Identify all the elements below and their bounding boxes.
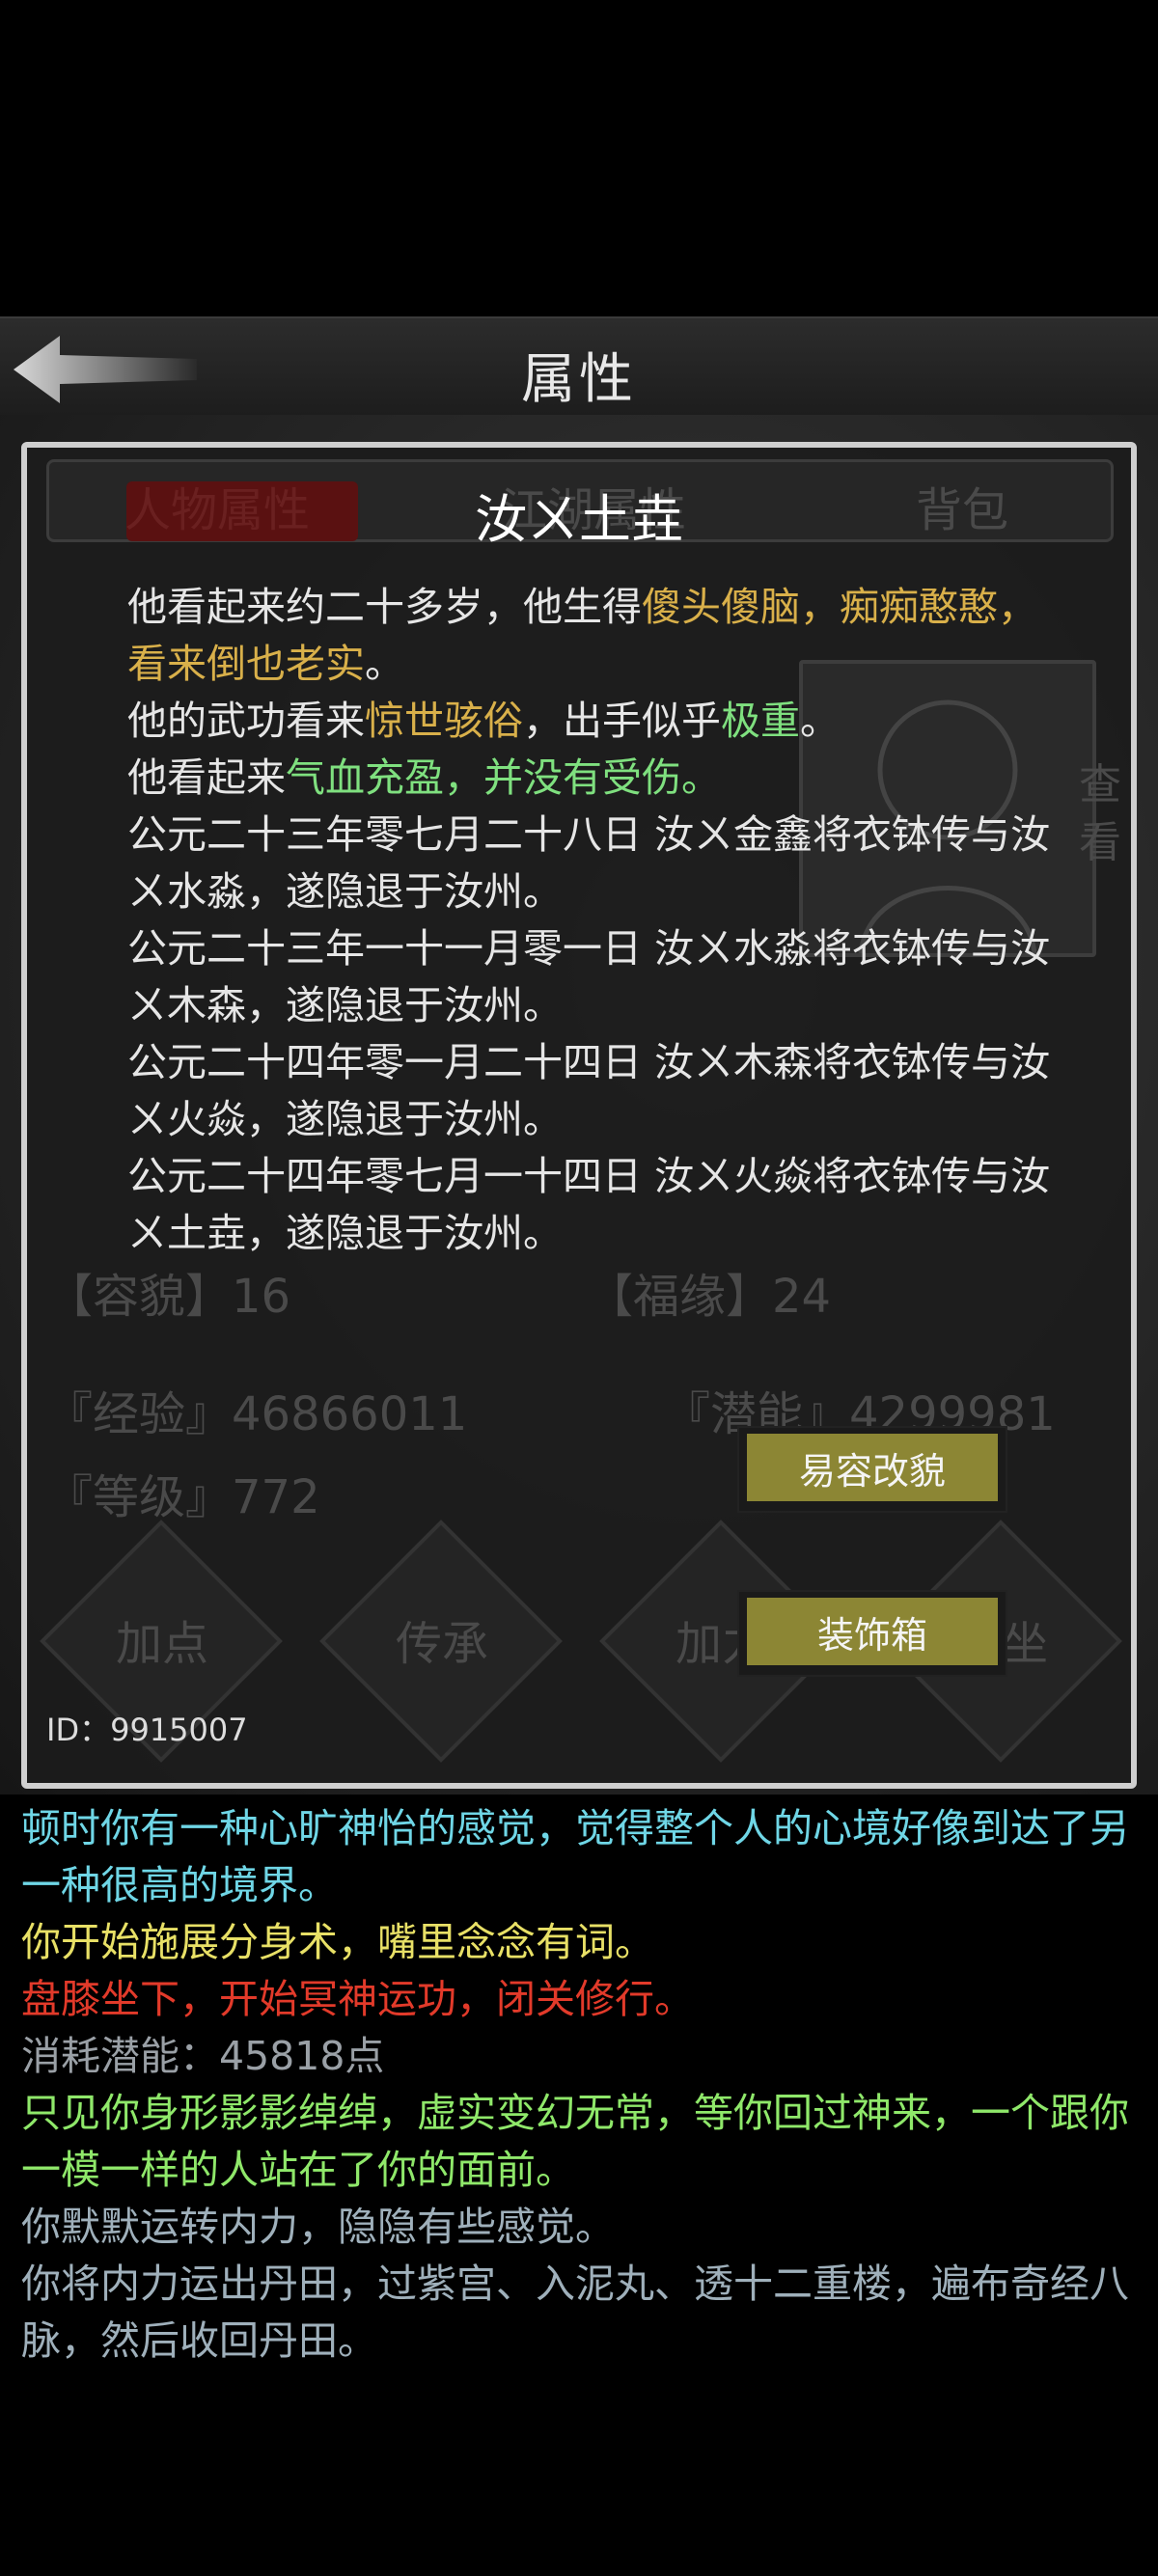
background-add-points: 加点	[116, 1617, 209, 1671]
background-stat-exp: 『经验』46866011	[46, 1387, 468, 1441]
description-segment: ，出手似乎	[523, 698, 721, 744]
log-message: 盘膝坐下，开始冥神运功，闭关修行。	[21, 1976, 694, 2022]
decoration-box-label: 装饰箱	[747, 1598, 998, 1665]
description-line: 公元二十四年零一月二十四日 汝ㄨ木森将衣钵传与汝ㄨ火焱，遂隐退于汝州。	[127, 1034, 1054, 1148]
log-message: 消耗潜能：45818点	[21, 2033, 385, 2079]
player-id: ID：9915007	[46, 1712, 248, 1748]
background-stat-level: 『等级』772	[46, 1470, 320, 1524]
log-message: 只见你身形影影绰绰，虚实变幻无常，等你回过神来，一个跟你一模一样的人站在了你的面…	[21, 2090, 1129, 2193]
description-segment: 他看起来约二十多岁，他生得	[127, 584, 642, 630]
background-inherit: 传承	[396, 1617, 489, 1671]
description-segment: 惊世骇俗	[365, 698, 523, 744]
description-segment: 。	[800, 698, 840, 744]
decoration-box-button[interactable]: 装饰箱	[737, 1590, 1007, 1677]
character-description: 他看起来约二十多岁，他生得傻头傻脑，痴痴憨憨，看来倒也老实。 他的武功看来惊世骇俗…	[127, 579, 1054, 1262]
description-line: 公元二十三年零七月二十八日 汝ㄨ金鑫将衣钵传与汝ㄨ水淼，遂隐退于汝州。	[127, 807, 1054, 920]
description-segment: 公元二十三年零七月二十八日 汝ㄨ金鑫将衣钵传与汝ㄨ水淼，遂隐退于汝州。	[127, 811, 1051, 915]
log-message: 顿时你有一种心旷神怡的感觉，觉得整个人的心境好像到达了另一种很高的境界。	[21, 1805, 1129, 1908]
character-info-dialog: 人物属性 江湖属性 背包 查看 【容貌】16 【福缘】24 『经验』468660…	[21, 442, 1137, 1789]
change-appearance-label: 易容改貌	[747, 1434, 998, 1501]
description-segment: 他看起来	[127, 754, 286, 801]
change-appearance-button[interactable]: 易容改貌	[737, 1426, 1007, 1513]
page-title: 属性	[521, 348, 637, 411]
description-line: 他看起来约二十多岁，他生得傻头傻脑，痴痴憨憨，看来倒也老实。	[127, 579, 1054, 693]
description-segment: 极重	[721, 698, 800, 744]
background-stat-fortune: 【福缘】24	[587, 1270, 832, 1324]
description-segment: 公元二十四年零七月一十四日 汝ㄨ火焱将衣钵传与汝ㄨ土垚，遂隐退于汝州。	[127, 1153, 1051, 1256]
message-log: 顿时你有一种心旷神怡的感觉，觉得整个人的心境好像到达了另一种很高的境界。你开始施…	[21, 1800, 1141, 2370]
log-message: 你将内力运出丹田，过紫宫、入泥丸、透十二重楼，遍布奇经八脉，然后收回丹田。	[21, 2261, 1129, 2364]
log-message: 你开始施展分身术，嘴里念念有词。	[21, 1919, 654, 1965]
background-stat-appearance: 【容貌】16	[46, 1270, 291, 1324]
background-view-button: 查看	[1079, 760, 1121, 867]
log-message: 你默默运转内力，隐隐有些感觉。	[21, 2204, 615, 2250]
description-line: 他看起来气血充盈，并没有受伤。	[127, 750, 1054, 807]
description-line: 他的武功看来惊世骇俗，出手似乎极重。	[127, 693, 1054, 750]
top-bar: 属性	[0, 316, 1158, 417]
character-name: 汝ㄨ土垚	[475, 489, 683, 550]
description-segment: 公元二十三年一十一月零一日 汝ㄨ水淼将衣钵传与汝ㄨ木森，遂隐退于汝州。	[127, 925, 1051, 1028]
description-segment: 气血充盈，并没有受伤。	[286, 754, 721, 801]
description-segment: 。	[365, 641, 404, 687]
description-line: 公元二十三年一十一月零一日 汝ㄨ水淼将衣钵传与汝ㄨ木森，遂隐退于汝州。	[127, 920, 1054, 1034]
description-segment: 他的武功看来	[127, 698, 365, 744]
description-line: 公元二十四年零七月一十四日 汝ㄨ火焱将衣钵传与汝ㄨ土垚，遂隐退于汝州。	[127, 1148, 1054, 1262]
description-segment: 公元二十四年零一月二十四日 汝ㄨ木森将衣钵传与汝ㄨ火焱，遂隐退于汝州。	[127, 1039, 1051, 1142]
